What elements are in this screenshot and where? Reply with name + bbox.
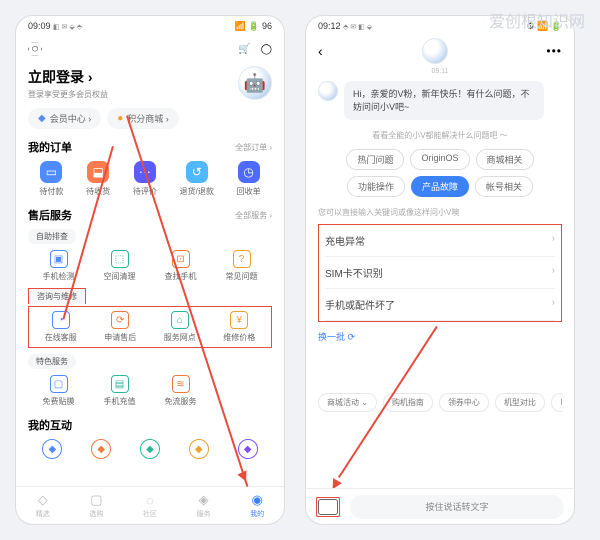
category-tag[interactable]: 商城相关 xyxy=(476,149,534,170)
order-status-item[interactable]: ▭待付款 xyxy=(39,161,63,197)
profile-page: ⬡ 🛒 ◯ 立即登录 › 登录享受更多会员权益 🤖 ◆会员中心 › ●积分商城 ›… xyxy=(16,36,284,486)
keyboard-icon[interactable] xyxy=(318,499,338,515)
avatar[interactable]: 🤖 xyxy=(238,66,272,100)
phone-right: 09:12 ⬘ ✉ ◧ ⬙ ⚙ 📶 🔋 ‹ ••• 09:11 Hi，亲爱的V粉… xyxy=(305,15,575,525)
nav-item-我的[interactable]: ◉我的 xyxy=(250,492,264,519)
service-item[interactable]: ≋免流服务 xyxy=(150,375,211,407)
voice-input[interactable]: 按住说话转文字 xyxy=(350,495,564,519)
interact-icon[interactable]: ◆ xyxy=(189,439,209,459)
more-icon[interactable]: ••• xyxy=(546,44,562,58)
keyboard-highlight xyxy=(316,497,340,517)
group3-title: 特色服务 xyxy=(28,354,76,369)
service-item[interactable]: ⟳申请售后 xyxy=(91,311,151,343)
refresh-button[interactable]: 换一批 ⟳ xyxy=(318,330,562,343)
phone-left: 09:09 ◧ ✉ ⬙ ⬘ 📶 🔋 96 ⬡ 🛒 ◯ 立即登录 › 登录享受更多… xyxy=(15,15,285,525)
arrow-head-icon xyxy=(328,478,342,488)
nav-item-选购[interactable]: ▢选购 xyxy=(89,492,103,519)
service-item[interactable]: ▢免费贴膜 xyxy=(28,375,89,407)
member-chip[interactable]: ●积分商城 › xyxy=(107,108,179,129)
input-bar: 按住说话转文字 xyxy=(306,488,574,524)
faq-item[interactable]: 充电异常 xyxy=(325,225,555,257)
category-tag[interactable]: 热门问题 xyxy=(346,149,404,170)
chat-avatar[interactable] xyxy=(422,38,448,64)
quick-link[interactable]: 领券中心 xyxy=(439,393,489,412)
service-item[interactable]: ◔在线客服 xyxy=(31,311,91,343)
nav-item-精选[interactable]: ◇精选 xyxy=(36,492,50,519)
service-item[interactable]: ¥维修价格 xyxy=(210,311,270,343)
login-title[interactable]: 立即登录 › xyxy=(28,67,108,87)
category-tag[interactable]: 功能操作 xyxy=(347,176,405,197)
category-tag[interactable]: 产品故障 xyxy=(411,176,469,197)
category-tag[interactable]: 帐号相关 xyxy=(475,176,533,197)
nav-item-社区[interactable]: ◌社区 xyxy=(143,493,157,519)
faq-list-highlight: 充电异常SIM卡不识别手机或配件坏了 xyxy=(318,224,562,322)
bot-avatar xyxy=(318,81,338,101)
nav-item-服务[interactable]: ◈服务 xyxy=(197,492,211,519)
service-link[interactable]: 全部服务 › xyxy=(235,210,272,221)
bottom-nav: ◇精选 ▢选购 ◌社区 ◈服务 ◉我的 xyxy=(16,486,284,524)
login-subtitle: 登录享受更多会员权益 xyxy=(28,89,108,100)
quick-link[interactable]: 商城活动 ⌄ xyxy=(318,393,377,412)
cart-icon[interactable]: 🛒 xyxy=(238,44,250,55)
hint-text-2: 您可以直接输入关键词或像这样问小V噢 xyxy=(318,207,562,218)
message-bubble: Hi，亲爱的V粉，新年快乐！有什么问题，不妨问问小V吧~ xyxy=(344,81,544,120)
lock-icon[interactable]: ◯ xyxy=(261,44,272,55)
service-item[interactable]: ▤手机充值 xyxy=(89,375,150,407)
faq-item[interactable]: SIM卡不识别 xyxy=(325,257,555,289)
status-right: 📶 🔋 96 xyxy=(235,21,272,32)
order-status-item[interactable]: ◷回收单 xyxy=(237,161,261,197)
interact-icon[interactable]: ◆ xyxy=(91,439,111,459)
interact-icon[interactable]: ◆ xyxy=(140,439,160,459)
category-tag[interactable]: OriginOS xyxy=(410,149,469,170)
watermark: 爱创根知识网 xyxy=(489,8,585,32)
group1-title: 自助排查 xyxy=(28,229,76,244)
group2-title: 咨询与维修 xyxy=(28,288,86,304)
faq-item[interactable]: 手机或配件坏了 xyxy=(325,289,555,321)
status-time: 09:09 ◧ ✉ ⬙ ⬘ xyxy=(28,21,82,31)
service-item[interactable]: ⬚空间清理 xyxy=(89,250,150,282)
quick-link[interactable]: 机型对比 xyxy=(495,393,545,412)
service-item[interactable]: ?常见问题 xyxy=(211,250,272,282)
settings-icon[interactable]: ⬡ xyxy=(28,42,42,56)
orders-link[interactable]: 全部订单 › xyxy=(235,142,272,153)
interact-icon[interactable]: ◆ xyxy=(238,439,258,459)
chat-page: ‹ ••• 09:11 Hi，亲爱的V粉，新年快乐！有什么问题，不妨问问小V吧~… xyxy=(306,36,574,488)
interact-icon[interactable]: ◆ xyxy=(42,439,62,459)
order-status-item[interactable]: ↺退货/退款 xyxy=(180,161,214,197)
back-icon[interactable]: ‹ xyxy=(318,43,323,59)
interact-title: 我的互动 xyxy=(28,417,72,433)
quick-link[interactable]: 以 xyxy=(551,393,562,412)
message-timestamp: 09:11 xyxy=(318,68,562,75)
member-chip[interactable]: ◆会员中心 › xyxy=(28,108,101,129)
orders-title: 我的订单 xyxy=(28,139,72,155)
status-time: 09:12 ⬘ ✉ ◧ ⬙ xyxy=(318,21,372,31)
hint-text: 看看全能的小V都能解决什么问题吧 ～ xyxy=(318,130,562,141)
service-title: 售后服务 xyxy=(28,207,72,223)
order-status-item[interactable]: ⋯待评价 xyxy=(133,161,157,197)
status-bar: 09:09 ◧ ✉ ⬙ ⬘ 📶 🔋 96 xyxy=(16,16,284,36)
